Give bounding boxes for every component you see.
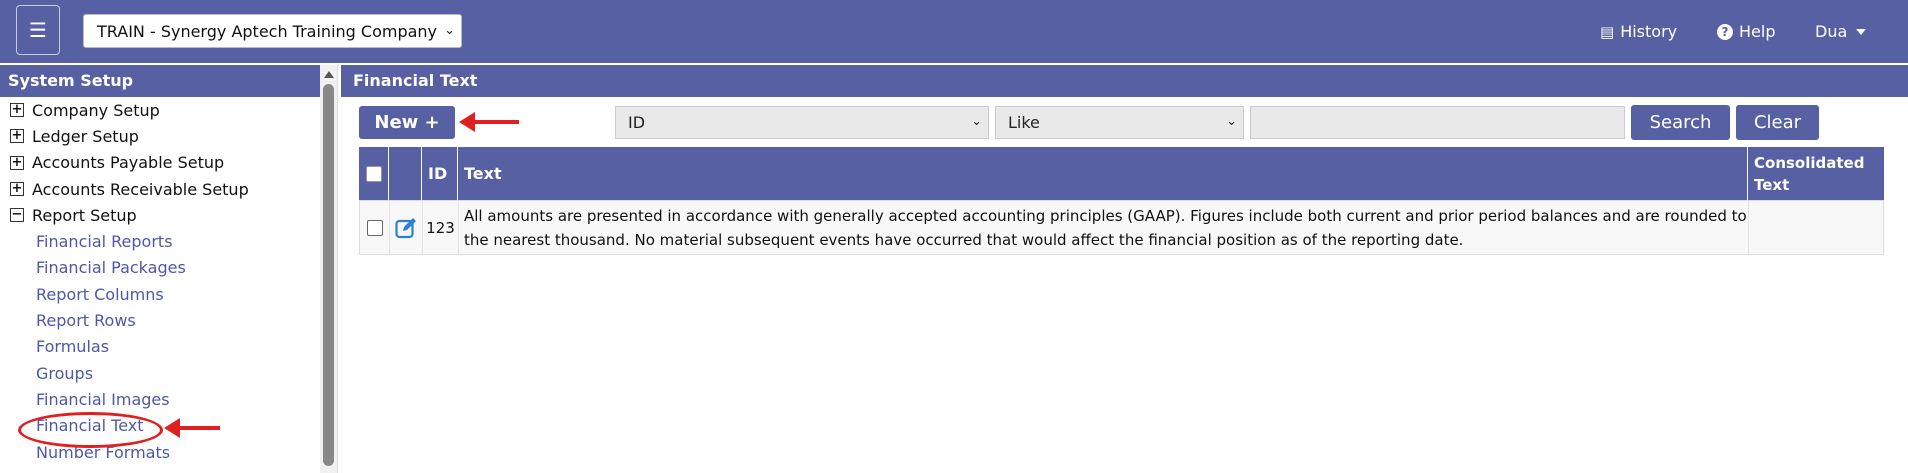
user-menu[interactable]: Dua [1815,0,1867,63]
new-button[interactable]: New + [359,106,455,139]
annotation-arrow-new [459,112,519,132]
sidebar-item-groups[interactable]: Groups [0,360,320,386]
table-row: 123 All amounts are presented in accorda… [359,200,1884,255]
help-icon: ? [1717,23,1733,40]
edit-icon[interactable] [395,217,417,239]
history-label: History [1620,22,1678,41]
help-label: Help [1739,22,1776,41]
select-all-checkbox[interactable] [365,165,382,182]
tree-group-ledger-setup[interactable]: + Ledger Setup [0,123,320,149]
row-checkbox[interactable] [366,219,383,236]
expand-icon[interactable]: + [10,103,24,118]
sidebar-item-report-rows[interactable]: Report Rows [0,307,320,333]
tree-group-accounts-receivable-setup[interactable]: + Accounts Receivable Setup [0,176,320,202]
search-button[interactable]: Search [1631,105,1730,140]
tree-group-accounts-payable-setup[interactable]: + Accounts Payable Setup [0,150,320,176]
setup-tree: + Company Setup + Ledger Setup + Account… [0,97,320,465]
chevron-down-icon: ⌄ [1226,114,1237,129]
tree-group-report-setup[interactable]: − Report Setup [0,202,320,228]
row-select-cell [360,201,390,254]
filter-field-value: ID [628,113,646,132]
sidebar-item-financial-images[interactable]: Financial Images [0,386,320,412]
annotation-arrow-financial-text [164,418,220,438]
tree-group-label: Report Setup [32,205,137,225]
expand-icon[interactable]: + [10,182,24,197]
scroll-up-icon[interactable] [324,71,334,78]
sidebar-title: System Setup [0,65,320,97]
select-all-cell [359,147,389,200]
collapse-icon[interactable]: − [10,208,24,223]
help-link[interactable]: ? Help [1717,0,1775,63]
filter-field-select[interactable]: ID ⌄ [615,106,989,139]
expand-icon[interactable]: + [10,155,24,170]
history-link[interactable]: ▤ History [1600,0,1677,63]
table-header: ID Text Consolidated Text [359,147,1884,200]
sidebar-item-financial-reports[interactable]: Financial Reports [0,228,320,254]
row-edit-cell [390,201,423,254]
tree-group-label: Accounts Payable Setup [32,153,225,173]
history-icon: ▤ [1600,22,1615,41]
filter-operator-select[interactable]: Like ⌄ [995,106,1244,139]
user-label: Dua [1815,22,1848,41]
expand-icon[interactable]: + [10,129,24,144]
caret-down-icon [1856,28,1867,35]
sidebar-scrollbar[interactable] [320,65,337,473]
sidebar-item-report-columns[interactable]: Report Columns [0,281,320,307]
filter-operator-value: Like [1008,113,1040,132]
row-id-cell: 123 [423,201,459,254]
text-column-header[interactable]: Text [458,147,1748,200]
sidebar-item-financial-packages[interactable]: Financial Packages [0,255,320,281]
tree-group-label: Company Setup [32,100,160,120]
search-input[interactable] [1250,106,1625,139]
chevron-down-icon: ⌄ [444,23,455,38]
row-text-cell: All amounts are presented in accordance … [459,201,1749,254]
page-title: Financial Text [341,65,1908,97]
id-column-header[interactable]: ID [422,147,458,200]
row-consolidated-text-cell [1749,201,1885,254]
company-selector-value: TRAIN - Synergy Aptech Training Company [97,21,438,41]
sidebar: System Setup + Company Setup + Ledger Se… [0,65,338,473]
chevron-down-icon: ⌄ [971,114,982,129]
sidebar-item-formulas[interactable]: Formulas [0,334,320,360]
top-bar: ☰ TRAIN - Synergy Aptech Training Compan… [0,0,1908,63]
tree-group-label: Ledger Setup [32,126,139,146]
consolidated-text-column-header[interactable]: Consolidated Text [1748,147,1884,200]
scroll-thumb[interactable] [323,84,334,466]
company-selector[interactable]: TRAIN - Synergy Aptech Training Company … [83,14,462,48]
edit-column-header [389,147,422,200]
tree-group-company-setup[interactable]: + Company Setup [0,97,320,123]
tree-group-label: Accounts Receivable Setup [32,179,249,199]
menu-icon[interactable]: ☰ [16,5,60,55]
clear-button[interactable]: Clear [1736,105,1819,140]
annotation-circle-financial-text [18,412,163,448]
